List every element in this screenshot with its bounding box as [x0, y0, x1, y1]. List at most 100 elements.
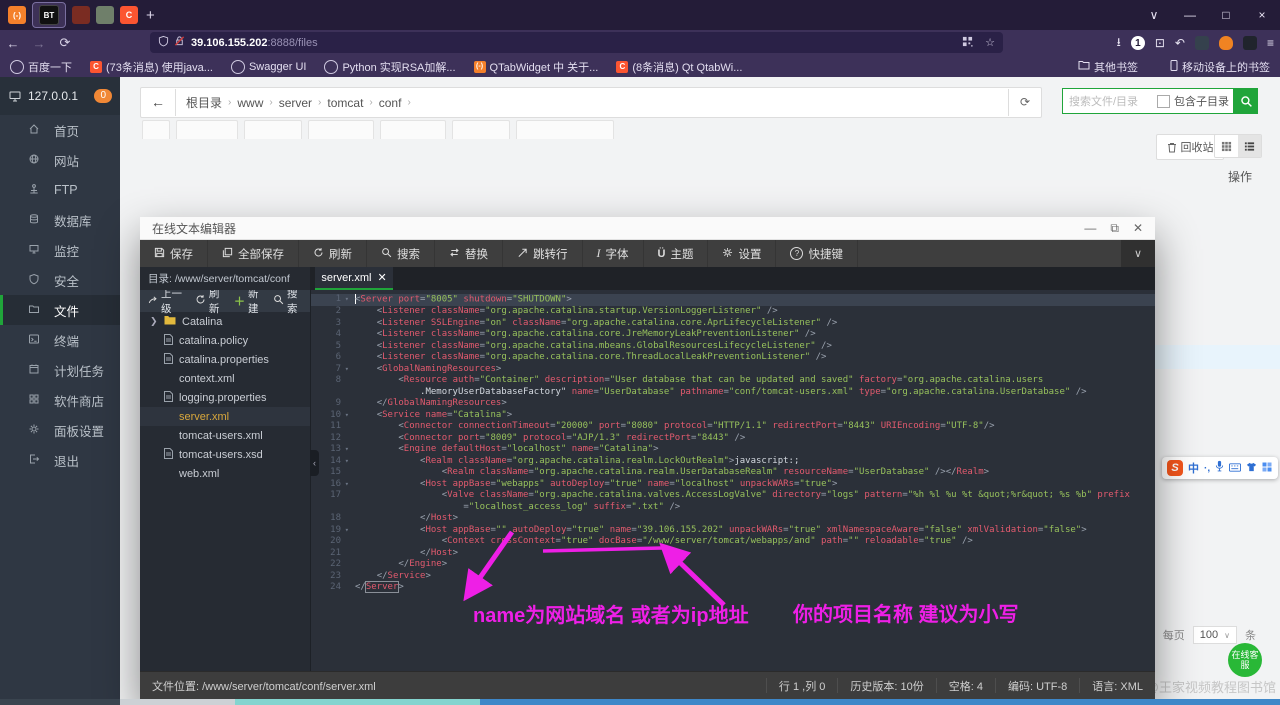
- bookmark-item-4[interactable]: (-)QTabWidget 中 关于...: [474, 59, 599, 75]
- sidebar-item-软件商店[interactable]: 软件商店: [0, 385, 120, 415]
- code-line-1[interactable]: 1▾<Server port="8005" shutdown="SHUTDOWN…: [311, 294, 1155, 306]
- editor-button-字体[interactable]: I字体: [583, 240, 644, 267]
- code-line-21[interactable]: 21 </Host>: [311, 548, 1155, 560]
- bookmark-item-5[interactable]: C(8条消息) Qt QtabWi...: [616, 59, 742, 75]
- sidebar-item-数据库[interactable]: 数据库: [0, 205, 120, 235]
- search-button[interactable]: [1234, 88, 1258, 114]
- site-favicon[interactable]: [72, 6, 90, 24]
- shield-icon[interactable]: [158, 35, 169, 50]
- image-favicon[interactable]: [96, 6, 114, 24]
- forward-icon[interactable]: →: [26, 36, 52, 51]
- code-line-9[interactable]: 9 </GlobalNamingResources>: [311, 398, 1155, 410]
- minimize-icon[interactable]: —: [1172, 8, 1208, 22]
- sidebar-item-终端[interactable]: 终端: [0, 325, 120, 355]
- sidebar-item-FTP[interactable]: FTP: [0, 175, 120, 205]
- sidebar-history-icon[interactable]: ↶: [1175, 36, 1185, 50]
- close-icon[interactable]: ×: [1244, 8, 1280, 22]
- tree-item-context.xml[interactable]: context.xml: [140, 369, 310, 388]
- code-line-8[interactable]: 8 <Resource auth="Container" description…: [311, 375, 1155, 387]
- fold-icon[interactable]: ▾: [345, 444, 349, 456]
- code-line-23[interactable]: 23 </Service>: [311, 571, 1155, 583]
- editor-button-刷新[interactable]: 刷新: [299, 240, 367, 267]
- code-line-6[interactable]: 6 <Listener className="org.apache.catali…: [311, 352, 1155, 364]
- mobile-bookmarks[interactable]: 移动设备上的书签: [1170, 59, 1270, 75]
- skin-icon[interactable]: [1246, 459, 1257, 477]
- sidebar-item-计划任务[interactable]: 计划任务: [0, 355, 120, 385]
- tree-action-新建[interactable]: ＋新建: [234, 290, 263, 316]
- code-line-4[interactable]: 4 <Listener className="org.apache.catali…: [311, 329, 1155, 341]
- editor-button-主题[interactable]: Ü主题: [644, 240, 709, 267]
- code-line-13[interactable]: 13▾ <Engine defaultHost="localhost" name…: [311, 444, 1155, 456]
- metamask-icon[interactable]: [1219, 36, 1233, 50]
- close-icon[interactable]: ✕: [1133, 221, 1143, 236]
- tree-item-logging.properties[interactable]: logging.properties: [140, 388, 310, 407]
- url-bar[interactable]: 39.106.155.202 :8888/files ☆: [150, 32, 1003, 53]
- tree-item-catalina.policy[interactable]: catalina.policy: [140, 331, 310, 350]
- editor-button-跳转行[interactable]: 跳转行: [503, 240, 583, 267]
- list-view-icon[interactable]: [1238, 135, 1261, 157]
- bookmark-item-1[interactable]: C(73条消息) 使用java...: [90, 59, 213, 75]
- grid-view-icon[interactable]: [1215, 135, 1238, 157]
- punctuation-icon[interactable]: ·,: [1204, 463, 1210, 474]
- code-line-wrap[interactable]: ="localhost_access_log" suffix=".txt" />: [311, 502, 1155, 514]
- code-line-16[interactable]: 16▾ <Host appBase="webapps" autoDeploy="…: [311, 479, 1155, 491]
- code-line-20[interactable]: 20 <Context crossContext="true" docBase=…: [311, 536, 1155, 548]
- server-host[interactable]: 127.0.0.1 0: [0, 77, 120, 115]
- menu-icon[interactable]: ≡: [1267, 36, 1274, 50]
- fold-icon[interactable]: ▾: [345, 479, 349, 491]
- editor-button-保存[interactable]: 保存: [140, 240, 208, 267]
- sidebar-item-退出[interactable]: 退出: [0, 445, 120, 475]
- tab-list-icon[interactable]: ∨: [1136, 8, 1172, 22]
- sidebar-item-网站[interactable]: 网站: [0, 145, 120, 175]
- code-line-19[interactable]: 19▾ <Host appBase="" autoDeploy="true" n…: [311, 525, 1155, 537]
- include-subdir-checkbox[interactable]: 包含子目录: [1157, 93, 1233, 109]
- code-line-5[interactable]: 5 <Listener className="org.apache.catali…: [311, 341, 1155, 353]
- sidebar-item-监控[interactable]: 监控: [0, 235, 120, 265]
- mic-icon[interactable]: [1215, 459, 1224, 477]
- editor-button-快捷键[interactable]: ?快捷键: [776, 240, 858, 267]
- tree-item-web.xml[interactable]: web.xml: [140, 464, 310, 483]
- breadcrumb-segment-根目录[interactable]: 根目录: [186, 94, 222, 111]
- code-line-14[interactable]: 14▾ <Realm className="org.apache.catalin…: [311, 456, 1155, 468]
- bookmark-item-2[interactable]: Swagger UI: [231, 59, 306, 75]
- fold-icon[interactable]: ▾: [345, 525, 349, 537]
- code-line-15[interactable]: 15 <Realm className="org.apache.catalina…: [311, 467, 1155, 479]
- page-size-select[interactable]: 100∨: [1193, 626, 1237, 644]
- sidebar-item-文件[interactable]: 文件: [0, 295, 120, 325]
- tree-item-catalina.properties[interactable]: catalina.properties: [140, 350, 310, 369]
- tree-action-上一级[interactable]: 上一级: [148, 290, 185, 316]
- refresh-icon[interactable]: ⟳: [1008, 89, 1041, 116]
- code-line-3[interactable]: 3 <Listener SSLEngine="on" className="or…: [311, 318, 1155, 330]
- sidebar-item-面板设置[interactable]: 面板设置: [0, 415, 120, 445]
- reload-icon[interactable]: ⟳: [52, 35, 78, 51]
- breadcrumb-segment-conf[interactable]: conf: [379, 96, 402, 110]
- search-input[interactable]: 搜索文件/目录 包含子目录: [1062, 88, 1234, 114]
- code-line-2[interactable]: 2 <Listener className="org.apache.catali…: [311, 306, 1155, 318]
- code-line-11[interactable]: 11 <Connector connectionTimeout="20000" …: [311, 421, 1155, 433]
- fold-icon[interactable]: ▾: [345, 410, 349, 422]
- fold-icon[interactable]: ▾: [345, 456, 349, 468]
- editor-button-设置[interactable]: 设置: [708, 240, 776, 267]
- breadcrumb-segment-www[interactable]: www: [237, 96, 263, 110]
- tree-item-tomcat-users.xml[interactable]: tomcat-users.xml: [140, 426, 310, 445]
- toolbar-collapse-icon[interactable]: ∨: [1121, 240, 1155, 267]
- tree-action-搜索[interactable]: 搜索: [273, 290, 302, 316]
- extension-icon-1[interactable]: [1195, 36, 1209, 50]
- collapse-tree-icon[interactable]: ‹: [310, 450, 319, 476]
- file-tab-server-xml[interactable]: server.xml ✕: [315, 267, 393, 290]
- tree-item-server.xml[interactable]: server.xml: [140, 407, 310, 426]
- maximize-icon[interactable]: ⧉: [1110, 221, 1119, 236]
- editor-button-替换[interactable]: 替换: [435, 240, 503, 267]
- other-bookmarks[interactable]: 其他书签: [1078, 59, 1138, 75]
- sogou-logo[interactable]: S: [1167, 460, 1183, 476]
- back-icon[interactable]: ←: [141, 89, 176, 116]
- code-editor[interactable]: 1▾<Server port="8005" shutdown="SHUTDOWN…: [311, 290, 1155, 671]
- extension-badge-icon[interactable]: 1: [1131, 36, 1145, 50]
- new-tab-button[interactable]: +: [146, 7, 155, 24]
- sidebar-item-首页[interactable]: 首页: [0, 115, 120, 145]
- code-line-wrap[interactable]: .MemoryUserDatabaseFactory" name="UserDa…: [311, 387, 1155, 399]
- screenshot-icon[interactable]: ⊡: [1155, 36, 1165, 50]
- breadcrumb-segment-server[interactable]: server: [279, 96, 312, 110]
- bookmark-item-3[interactable]: Python 实现RSA加解...: [324, 59, 455, 75]
- bookmark-item-0[interactable]: 百度一下: [10, 59, 72, 75]
